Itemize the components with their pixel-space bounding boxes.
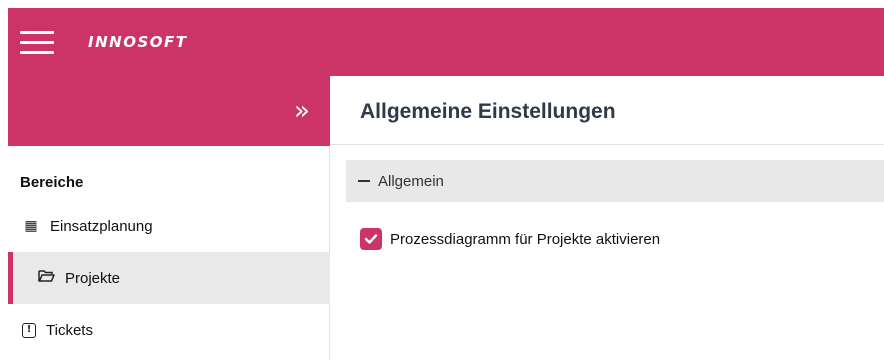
sidebar-item-tickets[interactable]: ! Tickets — [8, 304, 330, 356]
logo: INNOSOFT — [88, 33, 188, 51]
checkbox-checked[interactable] — [360, 228, 382, 250]
exclamation-box-icon: ! — [22, 322, 36, 338]
hamburger-icon[interactable] — [20, 29, 54, 55]
checkbox-label: Prozessdiagramm für Projekte aktivieren — [390, 230, 661, 248]
double-chevron-right-icon[interactable]: » — [286, 96, 318, 126]
sidebar-item-label: Projekte — [65, 269, 121, 287]
group-header-allgemein[interactable]: Allgemein — [346, 160, 884, 202]
page-title: Allgemeine Einstellungen — [360, 100, 616, 123]
sidebar-item-projekte[interactable]: Projekte — [8, 252, 330, 304]
sidebar-item-label: Einsatzplanung — [50, 217, 153, 235]
process-diagram-setting[interactable]: Prozessdiagramm für Projekte aktivieren — [360, 228, 660, 250]
collapse-dash-icon — [358, 180, 370, 182]
group-label: Allgemein — [378, 172, 444, 190]
top-bar: INNOSOFT — [8, 8, 884, 76]
checkmark-icon — [364, 234, 378, 244]
sidebar-item-einsatzplanung[interactable]: ▦ Einsatzplanung — [8, 200, 330, 252]
divider — [330, 144, 884, 145]
sidebar-item-label: Tickets — [46, 321, 93, 339]
folder-open-icon — [37, 269, 55, 287]
sidebar: Bereiche ▦ Einsatzplanung Projekte ! Tic… — [8, 146, 330, 360]
sidebar-header: » — [8, 76, 330, 146]
calendar-icon: ▦ — [24, 218, 38, 234]
sidebar-section-title: Bereiche — [20, 174, 84, 191]
